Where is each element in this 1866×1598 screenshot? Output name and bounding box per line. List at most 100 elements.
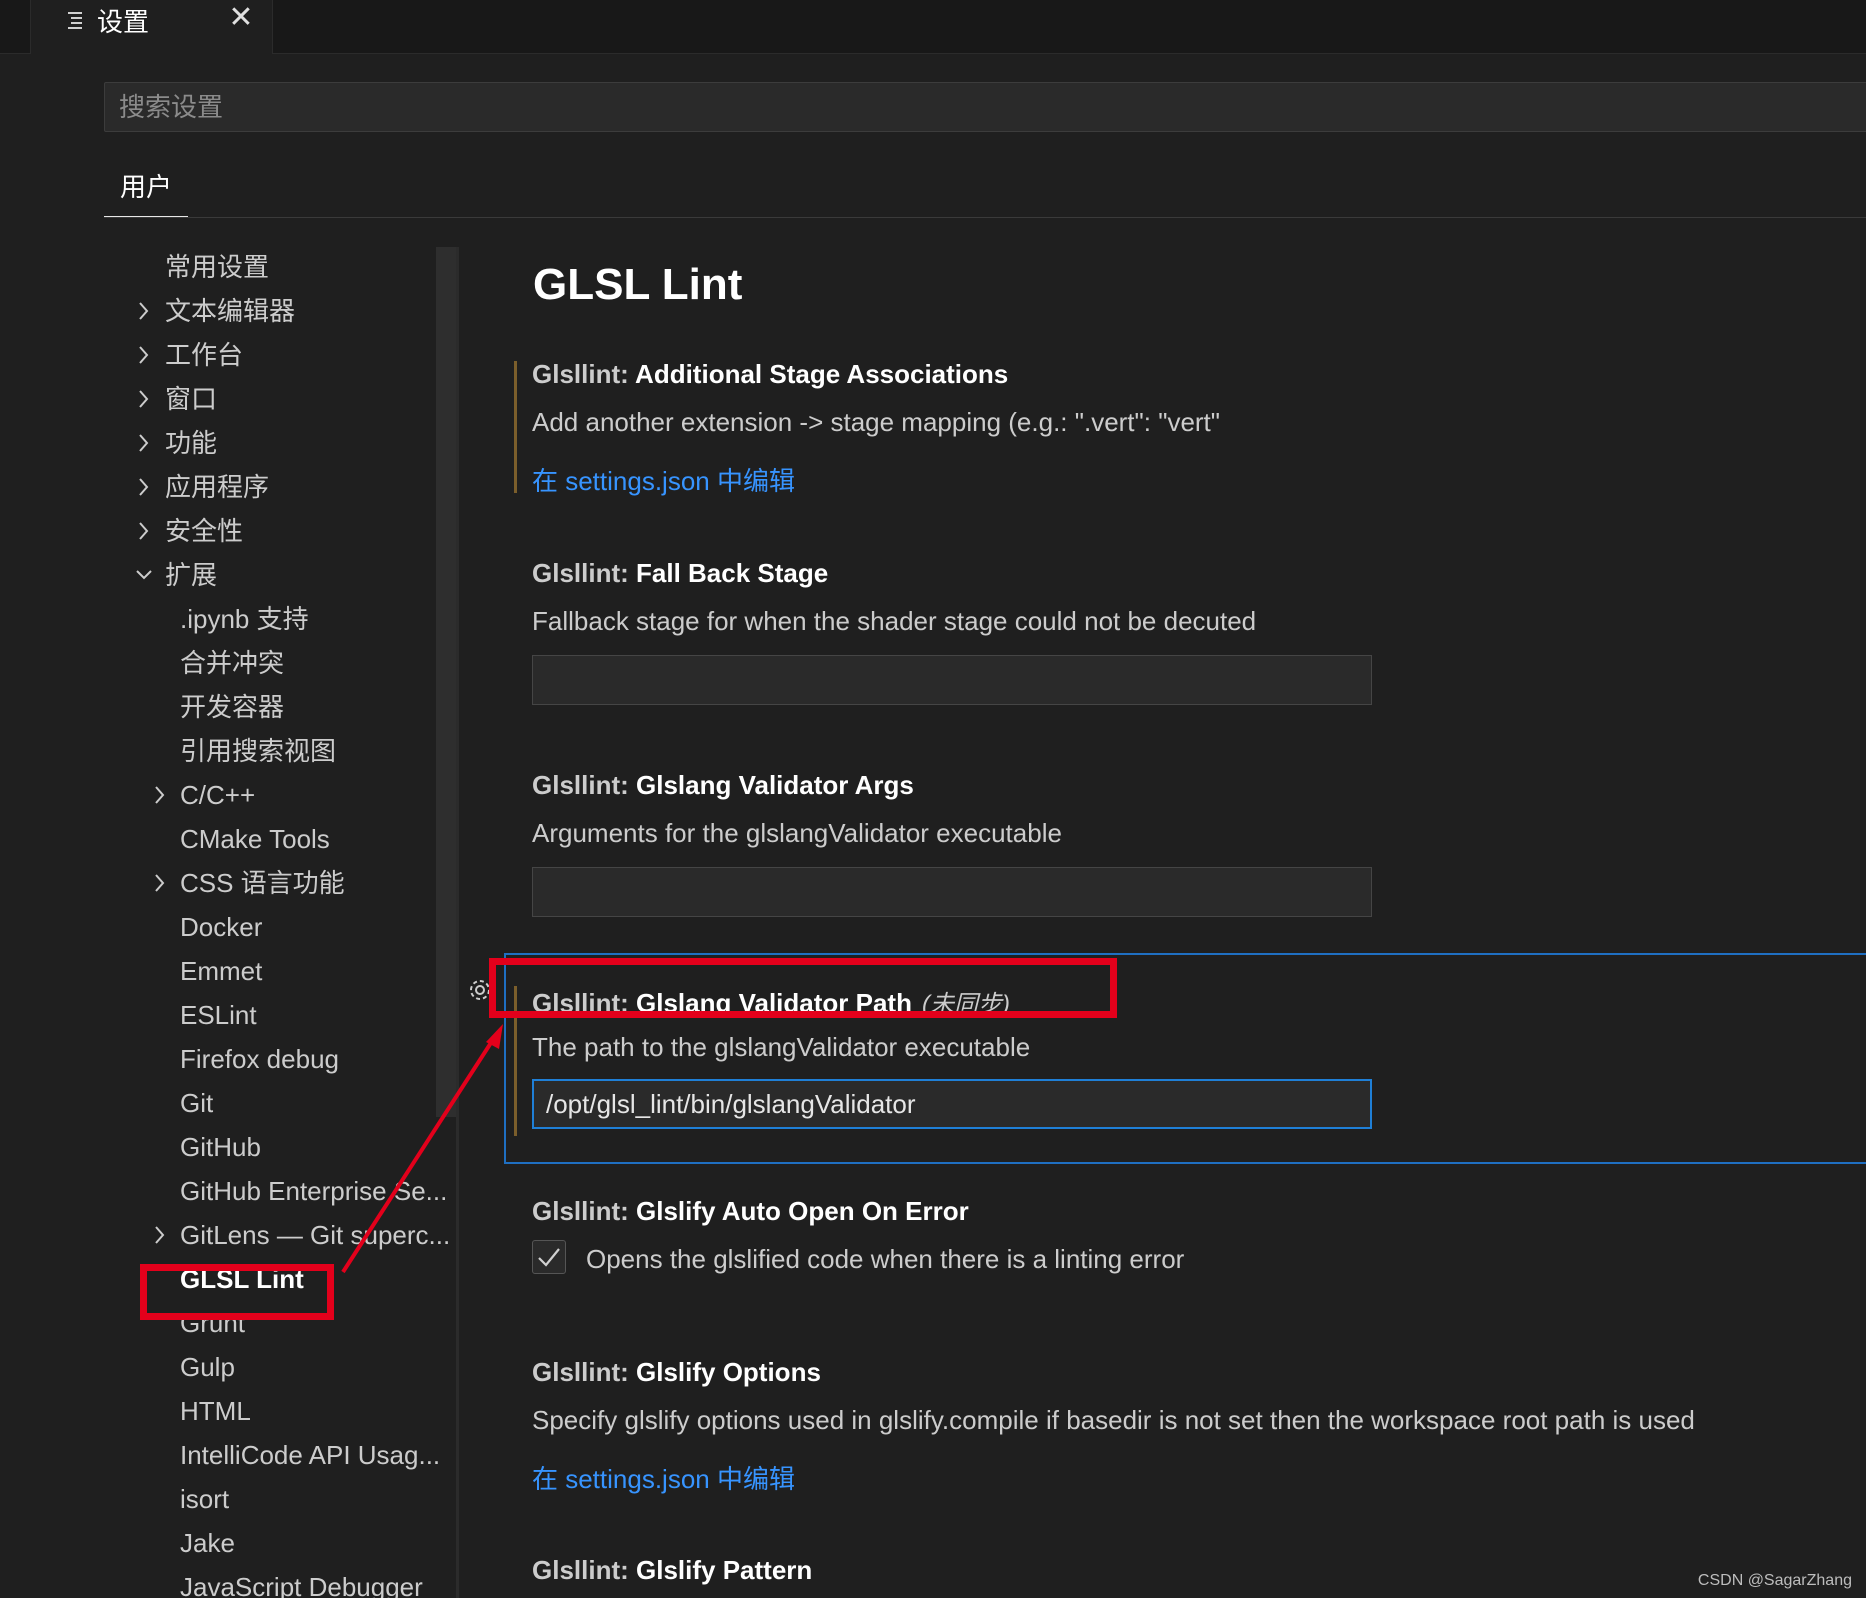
chevron-right-icon[interactable] <box>134 511 154 551</box>
setting-key: Glslify Options <box>636 1357 821 1387</box>
modified-indicator <box>514 361 517 493</box>
close-icon[interactable]: ✕ <box>227 0 255 36</box>
toc-item[interactable]: CSS 语言功能 <box>120 863 456 903</box>
setting-key: Fall Back Stage <box>636 558 829 588</box>
toc-item[interactable]: .ipynb 支持 <box>120 599 456 639</box>
toc-item[interactable]: 安全性 <box>120 511 456 551</box>
toc-item[interactable]: 扩展 <box>120 555 456 595</box>
setting-category: Glsllint: <box>532 359 636 389</box>
toc-item-label: Emmet <box>180 956 263 986</box>
annotation-box-setting <box>489 958 1117 1018</box>
setting-key: Glslify Auto Open On Error <box>636 1196 969 1226</box>
setting-key: Glslang Validator Args <box>636 770 914 800</box>
tab-label: 设置 <box>97 7 150 37</box>
toc-item-label: JavaScript Debugger <box>180 1572 423 1598</box>
setting-additional-stage-associations: Glsllint: Additional Stage Associations … <box>508 355 1866 505</box>
toc-item[interactable]: GitHub Enterprise Se... <box>120 1171 456 1211</box>
annotation-box-toc <box>140 1264 334 1320</box>
toc-item[interactable]: Gulp <box>120 1347 456 1387</box>
setting-glslify-auto-open-on-error: Glsllint: Glslify Auto Open On Error Ope… <box>508 1192 1866 1312</box>
toc-item[interactable]: ESLint <box>120 995 456 1035</box>
edit-in-settings-json-link[interactable]: 在 settings.json 中编辑 <box>532 1459 795 1496</box>
toc-item[interactable]: isort <box>120 1479 456 1519</box>
tab-user[interactable]: 用户 <box>104 168 188 218</box>
toc-item-label: 开发容器 <box>180 692 285 722</box>
toc-item-label: 窗口 <box>165 384 218 414</box>
setting-description: Add another extension -> stage mapping (… <box>532 407 1221 437</box>
toc-item[interactable]: 功能 <box>120 423 456 463</box>
toc-item-label: Jake <box>180 1528 235 1558</box>
toc-item[interactable]: 引用搜索视图 <box>120 731 456 771</box>
toc-item[interactable]: 工作台 <box>120 335 456 375</box>
chevron-right-icon[interactable] <box>134 379 154 419</box>
toc-item[interactable]: 应用程序 <box>120 467 456 507</box>
toc-item[interactable]: IntelliCode API Usag... <box>120 1435 456 1475</box>
setting-key: Additional Stage Associations <box>635 359 1009 389</box>
toc-item-label: 安全性 <box>165 516 244 546</box>
toc-scrollbar[interactable] <box>436 247 456 1117</box>
toc-item-label: Firefox debug <box>180 1044 339 1074</box>
toc-divider <box>456 247 459 1598</box>
toc-item[interactable]: Emmet <box>120 951 456 991</box>
toc-item-label: CMake Tools <box>180 824 330 854</box>
edit-in-settings-json-link[interactable]: 在 settings.json 中编辑 <box>532 461 795 498</box>
toc-item[interactable]: Jake <box>120 1523 456 1563</box>
setting-description: Opens the glslified code when there is a… <box>586 1244 1185 1274</box>
chevron-right-icon[interactable] <box>134 335 154 375</box>
setting-category: Glsllint: <box>532 770 636 800</box>
watermark: CSDN @SagarZhang <box>1697 1572 1852 1589</box>
toc-item[interactable]: 文本编辑器 <box>120 291 456 331</box>
toc-item-label: isort <box>180 1484 230 1514</box>
toc-item-label: Git <box>180 1088 214 1118</box>
search-input[interactable] <box>104 82 1866 132</box>
toc-item-label: 工作台 <box>165 340 244 370</box>
toc-item-label: IntelliCode API Usag... <box>180 1440 441 1470</box>
toc-item[interactable]: 开发容器 <box>120 687 456 727</box>
toc-item[interactable]: Firefox debug <box>120 1039 456 1079</box>
toc-item-label: .ipynb 支持 <box>180 604 309 634</box>
glslang-validator-args-input[interactable] <box>532 867 1372 917</box>
toc-item-label: CSS 语言功能 <box>180 868 345 898</box>
scope-divider <box>104 217 1866 218</box>
chevron-right-icon[interactable] <box>150 1215 170 1255</box>
toc-item-label: GitLens — Git superc... <box>180 1220 451 1250</box>
toc-item[interactable]: GitLens — Git superc... <box>120 1215 456 1255</box>
toc-item[interactable]: Git <box>120 1083 456 1123</box>
chevron-right-icon[interactable] <box>134 467 154 507</box>
setting-category: Glsllint: <box>532 1555 636 1585</box>
toc-item-label: C/C++ <box>180 780 256 810</box>
auto-open-checkbox[interactable] <box>532 1240 566 1274</box>
setting-glslang-validator-args: Glsllint: Glslang Validator Args Argumen… <box>508 766 1866 936</box>
toc-item[interactable]: C/C++ <box>120 775 456 815</box>
toc-item[interactable]: HTML <box>120 1391 456 1431</box>
toc-item-label: 合并冲突 <box>180 648 285 678</box>
toc-item[interactable]: 窗口 <box>120 379 456 419</box>
settings-file-icon <box>68 12 82 29</box>
setting-title: Glsllint: Glslify Pattern <box>532 1555 812 1586</box>
toc-item-label: GitHub Enterprise Se... <box>180 1176 448 1206</box>
setting-description: Fallback stage for when the shader stage… <box>532 606 1257 636</box>
setting-category: Glsllint: <box>532 1357 636 1387</box>
fall-back-stage-input[interactable] <box>532 655 1372 705</box>
chevron-right-icon[interactable] <box>150 863 170 903</box>
toc-item-label: Docker <box>180 912 263 942</box>
setting-category: Glsllint: <box>532 1196 636 1226</box>
toc-item[interactable]: JavaScript Debugger <box>120 1567 456 1598</box>
glslang-validator-path-input[interactable] <box>532 1079 1372 1129</box>
toc-item[interactable]: CMake Tools <box>120 819 456 859</box>
setting-fall-back-stage: Glsllint: Fall Back Stage Fallback stage… <box>508 554 1866 724</box>
toc-item[interactable]: GitHub <box>120 1127 456 1167</box>
setting-glslify-options: Glsllint: Glslify Options Specify glslif… <box>508 1353 1866 1494</box>
toc-item-label: 应用程序 <box>165 472 270 502</box>
setting-category: Glsllint: <box>532 558 636 588</box>
setting-description: Specify glslify options used in glslify.… <box>532 1405 1695 1435</box>
toc-item[interactable]: 合并冲突 <box>120 643 456 683</box>
settings-tab[interactable]: 设置 ✕ <box>30 0 273 54</box>
chevron-down-icon[interactable] <box>134 555 154 595</box>
chevron-right-icon[interactable] <box>150 775 170 815</box>
chevron-right-icon[interactable] <box>134 423 154 463</box>
toc-item[interactable]: Docker <box>120 907 456 947</box>
chevron-right-icon[interactable] <box>134 291 154 331</box>
toc-item[interactable]: 常用设置 <box>120 247 456 287</box>
toc-item-label: 扩展 <box>165 560 218 590</box>
